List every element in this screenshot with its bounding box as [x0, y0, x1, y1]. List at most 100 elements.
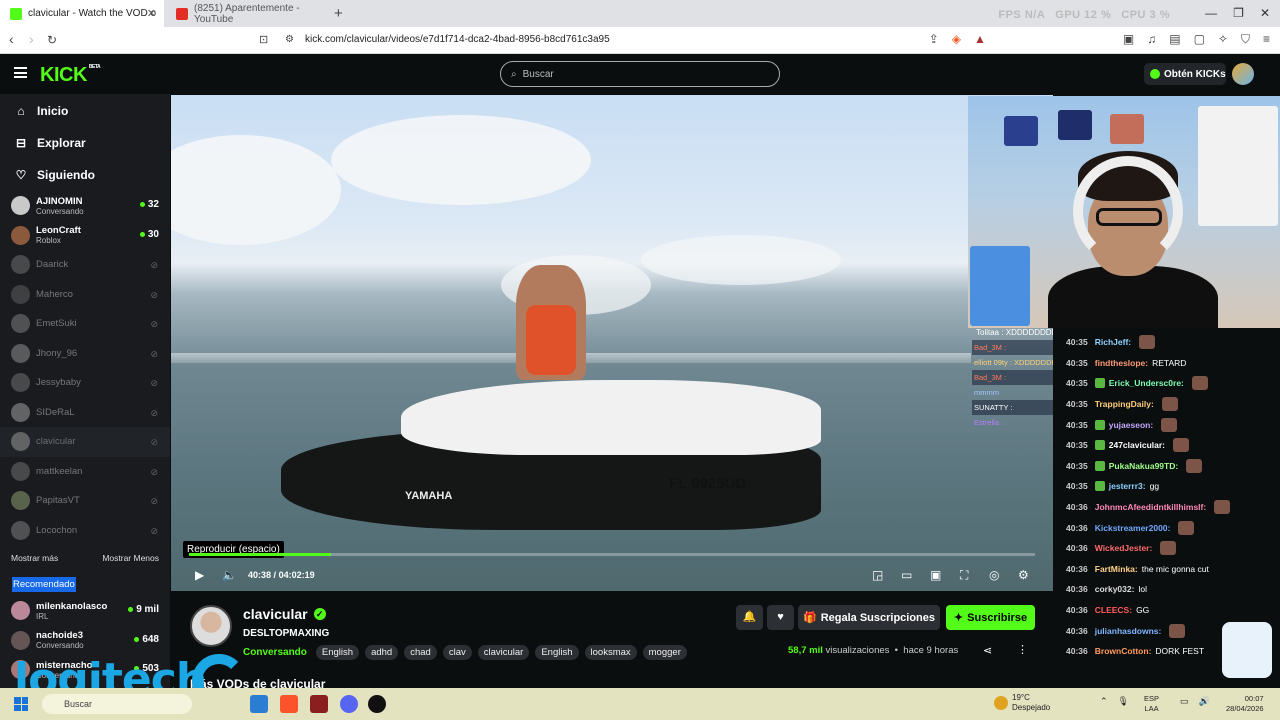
- recommended-channel-item[interactable]: milenkanolasco IRL 9 mil: [0, 596, 170, 626]
- chat-username[interactable]: RichJeff:: [1095, 337, 1131, 347]
- sidebar-channel-item[interactable]: clavicular ⊘: [0, 427, 170, 457]
- chat-username[interactable]: Erick_Undersc0re:: [1109, 378, 1184, 388]
- settings-gear-icon[interactable]: ⚙: [1018, 568, 1029, 582]
- nav-following[interactable]: ♡ Siguiendo: [0, 159, 170, 191]
- chat-username[interactable]: jesterrr3:: [1109, 481, 1146, 491]
- hamburger-menu-icon[interactable]: [14, 67, 27, 78]
- chat-username[interactable]: PukaNakua99TD:: [1109, 461, 1178, 471]
- video-player[interactable]: YAMAHA FL 9925UD Reproducir (espacio) ▶ …: [171, 95, 1053, 591]
- share-icon[interactable]: ⋖: [983, 644, 992, 657]
- more-options-icon[interactable]: ⋮: [1017, 643, 1028, 656]
- menu-icon[interactable]: ≡: [1263, 32, 1270, 47]
- nav-home[interactable]: ⌂ Inicio: [0, 95, 170, 127]
- volume-icon[interactable]: 🔈: [222, 568, 237, 582]
- sidebar-channel-item[interactable]: Jessybaby ⊘: [0, 368, 170, 398]
- chat-username[interactable]: FartMinka:: [1095, 564, 1138, 574]
- wallet-icon[interactable]: ▢: [1194, 32, 1205, 47]
- nav-explore[interactable]: ⊟ Explorar: [0, 127, 170, 159]
- follow-heart-icon[interactable]: ♥: [767, 605, 794, 630]
- tag-chip[interactable]: chad: [404, 645, 437, 660]
- language-indicator[interactable]: ESP LAA: [1144, 694, 1159, 714]
- search-input[interactable]: ⌕ Buscar: [500, 61, 780, 87]
- play-icon[interactable]: ▶: [195, 568, 204, 582]
- user-avatar[interactable]: [1232, 63, 1254, 85]
- taskbar-search[interactable]: Buscar: [42, 694, 192, 714]
- network-icon[interactable]: ▭: [1180, 696, 1189, 707]
- chat-username[interactable]: julianhasdowns:: [1095, 626, 1162, 636]
- fullscreen-icon[interactable]: ⛶: [960, 568, 968, 583]
- gift-subs-button[interactable]: 🎁 Regala Suscripciones: [798, 605, 940, 630]
- tag-chip[interactable]: English: [315, 645, 360, 660]
- forward-icon[interactable]: ›: [29, 31, 34, 47]
- progress-bar[interactable]: [189, 553, 1035, 556]
- app-icon[interactable]: [310, 695, 328, 713]
- clip-icon[interactable]: ▭: [901, 568, 912, 582]
- minimize-icon[interactable]: —: [1205, 6, 1217, 20]
- speed-icon[interactable]: ◎: [989, 568, 999, 582]
- site-info-icon[interactable]: ⚙: [285, 34, 294, 45]
- chat-username[interactable]: corky032:: [1095, 584, 1135, 594]
- kick-logo[interactable]: KICK BETA: [40, 64, 101, 87]
- tag-chip[interactable]: clav: [442, 645, 472, 660]
- sidebar-channel-item[interactable]: Maherco ⊘: [0, 280, 170, 310]
- clock[interactable]: 00:07 28/04/2026: [1226, 694, 1264, 714]
- sidebar-channel-item[interactable]: mattkeelan ⊘: [0, 457, 170, 487]
- discord-icon[interactable]: [340, 695, 358, 713]
- rewards-icon[interactable]: ▲: [974, 32, 986, 47]
- category-link[interactable]: Conversando: [243, 647, 307, 658]
- tray-chevron-icon[interactable]: ⌃: [1100, 696, 1108, 707]
- tag-chip[interactable]: English: [535, 645, 579, 660]
- music-icon[interactable]: ♫: [1147, 32, 1156, 47]
- show-more-button[interactable]: Mostrar más: [11, 553, 58, 563]
- tab-youtube[interactable]: (8251) Aparentemente - YouTube: [166, 0, 326, 27]
- tag-chip[interactable]: adhd: [365, 645, 399, 660]
- file-explorer-icon[interactable]: [250, 695, 268, 713]
- chat-username[interactable]: yujaeseon:: [1109, 420, 1153, 430]
- sidebar-channel-item[interactable]: Locochon ⊘: [0, 516, 170, 546]
- recommended-channel-item[interactable]: nachoide3 Conversando 648: [0, 626, 170, 656]
- speaker-icon[interactable]: 🔊: [1199, 696, 1210, 707]
- brave-shield-icon[interactable]: ◈: [952, 32, 961, 47]
- tag-chip[interactable]: looksmax: [584, 645, 637, 660]
- notification-bell-icon[interactable]: 🔔: [736, 605, 763, 630]
- sidebar-channel-item[interactable]: EmetSuki ⊘: [0, 309, 170, 339]
- chat-username[interactable]: BrownCotton:: [1095, 646, 1152, 656]
- obs-icon[interactable]: [368, 695, 386, 713]
- channel-avatar[interactable]: [190, 605, 232, 647]
- share-icon[interactable]: ⇪: [929, 32, 939, 47]
- show-less-button[interactable]: Mostrar Menos: [102, 553, 159, 563]
- new-tab-button[interactable]: +: [334, 5, 343, 22]
- reload-icon[interactable]: ↻: [47, 33, 57, 47]
- chat-username[interactable]: findtheslope:: [1095, 358, 1148, 368]
- channel-name[interactable]: clavicular: [243, 606, 308, 622]
- sidebar-channel-item[interactable]: PapitasVT ⊘: [0, 486, 170, 516]
- sidebar-channel-item[interactable]: Jhony_96 ⊘: [0, 339, 170, 369]
- close-tab-icon[interactable]: ✕: [147, 7, 156, 20]
- theater-mode-icon[interactable]: ▣: [930, 568, 941, 582]
- vpn-icon[interactable]: ⛉: [1241, 32, 1250, 47]
- restore-icon[interactable]: ❐: [1233, 6, 1244, 20]
- chat-username[interactable]: WickedJester:: [1095, 543, 1153, 553]
- reading-list-icon[interactable]: ▤: [1169, 32, 1180, 47]
- bookmark-icon[interactable]: ⊡: [259, 33, 268, 46]
- get-kicks-button[interactable]: Obtén KICKs: [1144, 63, 1226, 85]
- weather-widget[interactable]: 19°C Despejado: [994, 693, 1050, 713]
- tab-kick-vod[interactable]: clavicular - Watch the VOD o ✕: [0, 0, 164, 27]
- chat-username[interactable]: JohnmcAfeedidntkillhimslf:: [1095, 502, 1206, 512]
- windows-start-icon[interactable]: [14, 697, 28, 711]
- tag-chip[interactable]: mogger: [642, 645, 687, 660]
- sidebar-channel-item[interactable]: AJINOMIN Conversando 32: [0, 191, 170, 221]
- close-window-icon[interactable]: ✕: [1260, 6, 1270, 20]
- extensions-icon[interactable]: ✧: [1218, 32, 1228, 47]
- sidebar-channel-item[interactable]: SIDeRaL ⊘: [0, 398, 170, 428]
- back-icon[interactable]: ‹: [9, 31, 14, 47]
- chat-username[interactable]: TrappingDaily:: [1095, 399, 1154, 409]
- sidebar-toggle-icon[interactable]: ▣: [1123, 32, 1134, 47]
- url-field[interactable]: kick.com/clavicular/videos/e7d1f714-dca2…: [305, 34, 610, 45]
- chat-username[interactable]: 247clavicular:: [1109, 440, 1165, 450]
- subscribe-button[interactable]: ✦ Suscribirse: [946, 605, 1035, 630]
- sidebar-channel-item[interactable]: Daarick ⊘: [0, 250, 170, 280]
- brave-icon[interactable]: [280, 695, 298, 713]
- tag-chip[interactable]: clavicular: [477, 645, 530, 660]
- chat-username[interactable]: Kickstreamer2000:: [1095, 523, 1171, 533]
